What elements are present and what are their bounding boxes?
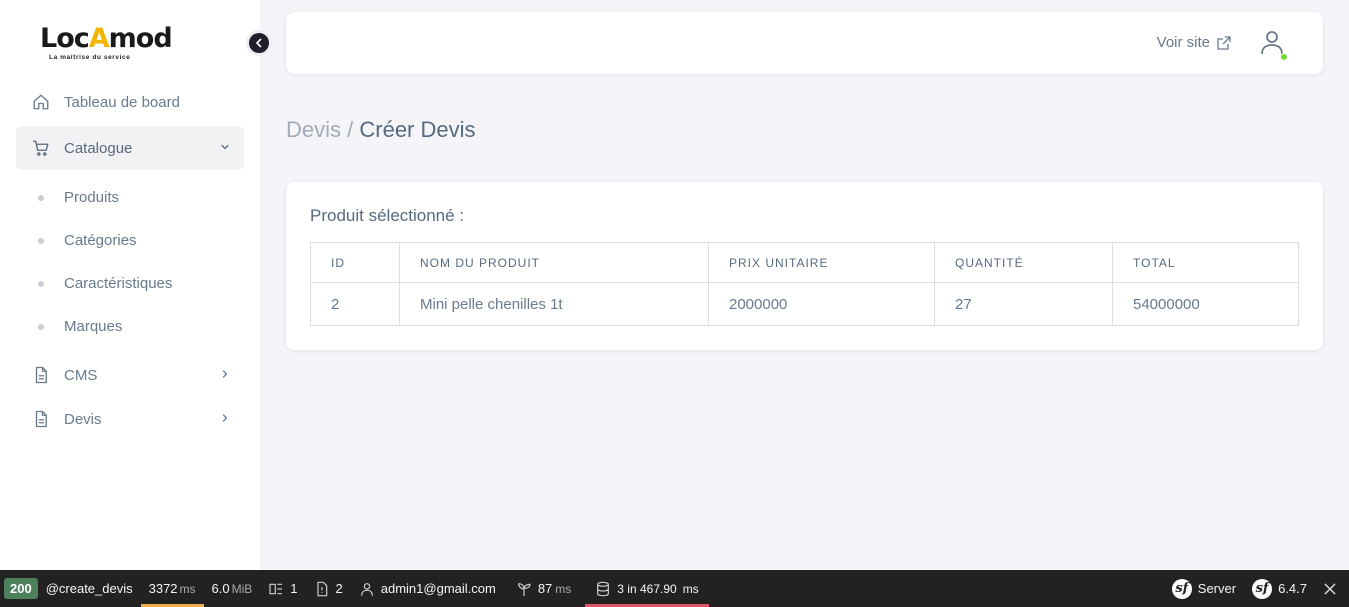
sidebar-item-catalogue[interactable]: Catalogue bbox=[16, 126, 244, 170]
sidebar-subitem-label: Catégories bbox=[64, 232, 137, 249]
user-icon bbox=[360, 582, 373, 596]
external-link-icon bbox=[1217, 35, 1231, 50]
logo-tagline: La maîtrise du service bbox=[49, 54, 131, 61]
sidebar-item-label: Devis bbox=[64, 410, 102, 428]
version-label: 6.4.7 bbox=[1278, 581, 1307, 596]
toolbar-twig[interactable]: 87 ms bbox=[508, 570, 579, 607]
selected-product-card: Produit sélectionné : ID NOM DU PRODUIT … bbox=[286, 182, 1323, 350]
time-unit: ms bbox=[179, 581, 196, 596]
voir-site-label: Voir site bbox=[1156, 34, 1210, 51]
brand-logo[interactable]: LocAmod La maîtrise du service bbox=[40, 23, 173, 66]
twig-unit: ms bbox=[555, 581, 572, 596]
bullet-dot bbox=[38, 237, 44, 244]
db-unit: ms bbox=[682, 581, 699, 596]
breadcrumb-parent[interactable]: Devis / bbox=[286, 117, 353, 142]
sidebar-subitem-label: Produits bbox=[64, 189, 120, 206]
column-header-total: TOTAL bbox=[1112, 242, 1299, 283]
toolbar-server[interactable]: sf Server bbox=[1164, 570, 1244, 607]
forms-count: 1 bbox=[290, 581, 298, 596]
db-value: 3 in 467.90 bbox=[617, 581, 677, 596]
logs-count: 2 bbox=[335, 581, 343, 596]
toolbar-database[interactable]: 3 in 467.90 ms bbox=[585, 570, 710, 607]
sidebar: LocAmod La maîtrise du service Tableau d… bbox=[0, 0, 260, 570]
sidebar-item-devis[interactable]: Devis bbox=[16, 397, 244, 441]
product-table: ID NOM DU PRODUIT PRIX UNITAIRE QUANTITÉ… bbox=[310, 242, 1299, 326]
user-email: admin1@gmail.com bbox=[380, 581, 496, 596]
chevron-down-icon bbox=[218, 140, 232, 154]
sidebar-subitem-categories[interactable]: Catégories bbox=[16, 219, 244, 262]
table-row: 2 Mini pelle chenilles 1t 2000000 27 540… bbox=[310, 282, 1299, 326]
sidebar-item-label: Catalogue bbox=[64, 139, 133, 157]
time-value: 3372 bbox=[148, 581, 178, 596]
twig-value: 87 bbox=[537, 581, 553, 596]
toolbar-logs[interactable]: 2 bbox=[306, 570, 351, 607]
log-icon bbox=[316, 581, 327, 596]
toolbar-version[interactable]: sf 6.4.7 bbox=[1244, 570, 1315, 607]
column-header-id: ID bbox=[310, 242, 400, 283]
bullet-dot bbox=[38, 194, 44, 201]
sidebar-item-label: Tableau de board bbox=[64, 93, 180, 111]
chevron-left-icon bbox=[256, 38, 262, 48]
cell-total: 54000000 bbox=[1112, 282, 1299, 326]
toolbar-request[interactable]: 200 @create_devis bbox=[0, 570, 141, 607]
server-label: Server bbox=[1197, 581, 1237, 596]
page-title: Créer Devis bbox=[359, 117, 476, 142]
cart-icon bbox=[32, 139, 50, 157]
chevron-right-icon bbox=[218, 367, 232, 381]
sidebar-subitem-label: Caractéristiques bbox=[64, 275, 173, 292]
symfony-icon: sf bbox=[1252, 578, 1273, 599]
cell-product-name: Mini pelle chenilles 1t bbox=[399, 282, 709, 326]
debug-toolbar: 200 @create_devis 3372 ms 6.0 MiB 1 2 ad… bbox=[0, 570, 1349, 607]
file-icon bbox=[32, 366, 50, 384]
sidebar-item-dashboard[interactable]: Tableau de board bbox=[16, 80, 244, 124]
breadcrumb: Devis / Créer Devis bbox=[286, 117, 476, 143]
sidebar-item-cms[interactable]: CMS bbox=[16, 353, 244, 397]
column-header-name: NOM DU PRODUIT bbox=[399, 242, 709, 283]
cell-unit-price: 2000000 bbox=[708, 282, 935, 326]
status-badge: 200 bbox=[4, 578, 38, 599]
toolbar-close-button[interactable] bbox=[1315, 570, 1349, 607]
cell-quantity: 27 bbox=[934, 282, 1113, 326]
table-header-row: ID NOM DU PRODUIT PRIX UNITAIRE QUANTITÉ… bbox=[310, 242, 1299, 283]
home-icon bbox=[32, 93, 50, 111]
logo-wordmark: LocAmod bbox=[40, 23, 173, 54]
file-icon bbox=[32, 410, 50, 428]
memory-value: 6.0 bbox=[211, 581, 230, 596]
sidebar-subitem-produits[interactable]: Produits bbox=[16, 176, 244, 219]
sidebar-subitem-caracteristiques[interactable]: Caractéristiques bbox=[16, 262, 244, 305]
voir-site-link[interactable]: Voir site bbox=[1157, 34, 1232, 51]
twig-icon bbox=[517, 582, 531, 596]
toolbar-memory[interactable]: 6.0 MiB bbox=[204, 570, 261, 607]
toolbar-forms[interactable]: 1 bbox=[260, 570, 305, 607]
toolbar-user[interactable]: admin1@gmail.com bbox=[351, 570, 504, 607]
toolbar-right: sf Server sf 6.4.7 bbox=[1164, 570, 1349, 607]
top-navbar: Voir site bbox=[286, 12, 1323, 74]
sidebar-collapse-button[interactable] bbox=[246, 30, 272, 56]
database-icon bbox=[597, 581, 610, 596]
form-icon bbox=[269, 583, 283, 594]
column-header-quantity: QUANTITÉ bbox=[934, 242, 1113, 283]
route-name: @create_devis bbox=[45, 581, 133, 596]
column-header-unit-price: PRIX UNITAIRE bbox=[708, 242, 935, 283]
chevron-right-icon bbox=[218, 411, 232, 425]
bullet-dot bbox=[38, 280, 44, 287]
toolbar-time[interactable]: 3372 ms bbox=[140, 570, 204, 607]
online-status-dot bbox=[1280, 53, 1288, 61]
cell-id: 2 bbox=[310, 282, 400, 326]
bullet-dot bbox=[38, 323, 44, 330]
sidebar-subitem-marques[interactable]: Marques bbox=[16, 305, 244, 348]
logo-mark: A bbox=[88, 23, 110, 54]
sidebar-subitem-label: Marques bbox=[64, 318, 123, 335]
memory-unit: MiB bbox=[231, 581, 253, 596]
symfony-icon: sf bbox=[1171, 578, 1192, 599]
card-title: Produit sélectionné : bbox=[310, 206, 465, 225]
close-icon bbox=[1324, 583, 1336, 594]
sidebar-menu: Tableau de board Catalogue Produits Caté… bbox=[16, 80, 244, 441]
sidebar-item-label: CMS bbox=[64, 366, 98, 384]
